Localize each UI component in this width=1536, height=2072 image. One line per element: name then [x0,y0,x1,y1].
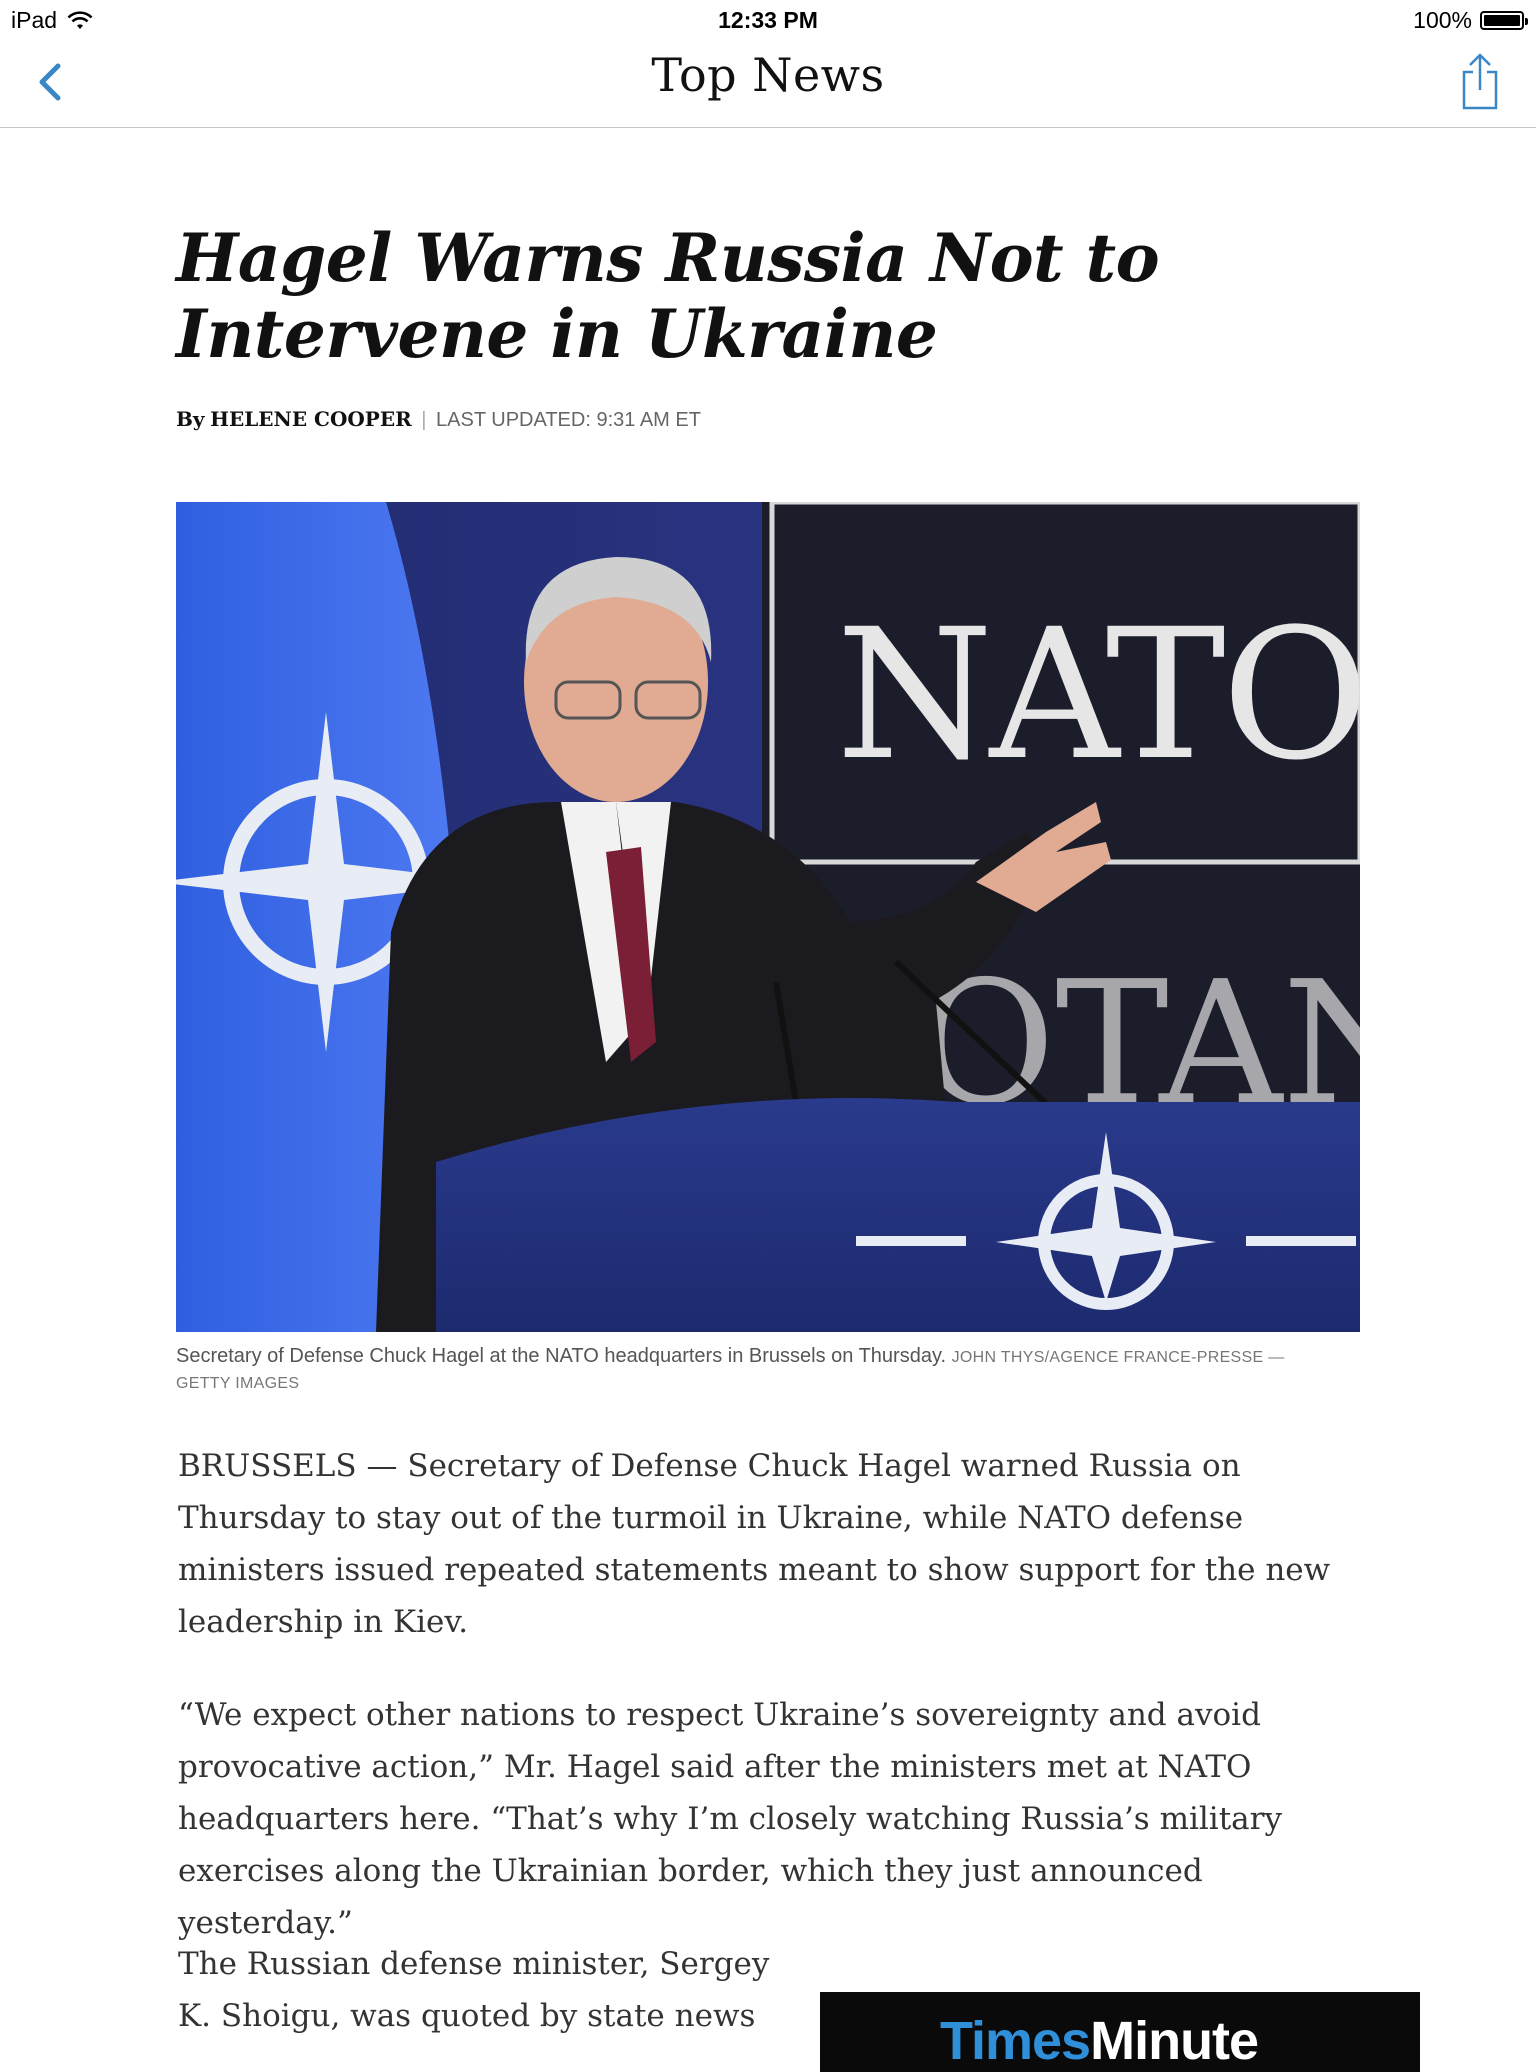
byline-author[interactable]: HELENE COOPER [210,407,412,431]
article-paragraph: The Russian defense minister, Sergey K. … [178,1946,770,2034]
last-updated: LAST UPDATED: 9:31 AM ET [436,409,701,431]
caption-text: Secretary of Defense Chuck Hagel at the … [176,1345,947,1367]
status-time: 12:33 PM [718,7,818,33]
photo-caption: Secretary of Defense Chuck Hagel at the … [176,1344,1326,1396]
battery-fill [1484,15,1520,26]
article-headline: Hagel Warns Russia Not to Intervene in U… [176,219,1160,373]
timesminute-promo[interactable]: TimesMinute [820,1992,1420,2072]
article-photo[interactable]: NATO OTAN [176,502,1360,1332]
timesminute-logo: TimesMinute [940,2010,1259,2072]
battery-percent: 100% [1413,7,1472,33]
promo-logo-part1: Times [940,2011,1091,2071]
byline-prefix: By [176,407,205,431]
status-right: 100% [1413,7,1528,34]
status-bar: iPad 12:33 PM 100% [0,0,1536,40]
photo-illustration: NATO OTAN [176,502,1360,1332]
share-icon [1462,53,1498,110]
battery-icon [1480,11,1528,30]
promo-logo-part2: Minute [1090,2011,1259,2071]
byline-divider: | [421,409,427,431]
article-paragraph: “We expect other nations to respect Ukra… [178,1697,1282,1941]
nav-title: Top News [651,48,885,102]
photo-sign-nato: NATO [836,591,1360,800]
byline: By HELENE COOPER | LAST UPDATED: 9:31 AM… [176,407,701,432]
share-button[interactable] [1456,52,1504,112]
article-paragraph: BRUSSELS — Secretary of Defense Chuck Ha… [178,1448,1331,1640]
nav-bar: Top News [0,40,1536,128]
